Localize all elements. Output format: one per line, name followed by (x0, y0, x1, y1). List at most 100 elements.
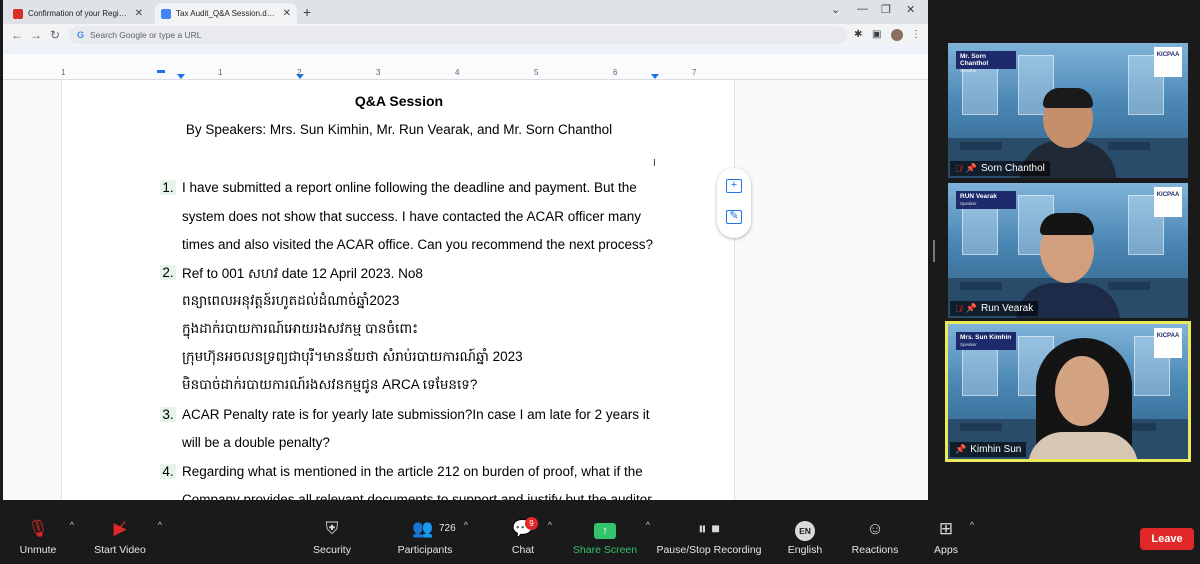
badge-role: Speaker (960, 342, 977, 347)
ruler-number: 1 (61, 68, 66, 77)
tab-docs[interactable]: Tax Audit_Q&A Session.docx - Go ✕ (155, 3, 297, 24)
docs-toolbar (3, 46, 928, 54)
apps-button[interactable]: ⊞ Apps ^ (930, 514, 974, 564)
avatar[interactable] (891, 29, 903, 41)
apps-icon: ⊞ (938, 519, 954, 538)
question-line: ក្នុងដាក់របាយការណ៍អោយរងសវកម្ម បានចំពោះ (182, 321, 419, 336)
close-icon[interactable]: ✕ (135, 8, 143, 19)
participant-name: Sorn Chanthol (980, 163, 1045, 174)
participant-name-label: 🎙̸ 📌 Run Vearak (950, 301, 1039, 316)
google-icon: G (77, 30, 85, 40)
participant-name-label: 🎙̸ 📌 Sorn Chanthol (950, 161, 1050, 176)
participant-face (1055, 356, 1109, 426)
question-line: system does not show that success. I hav… (182, 209, 641, 224)
share-screen-label: Share Screen (572, 544, 638, 556)
reactions-label: Reactions (851, 544, 899, 556)
chevron-up-icon[interactable]: ^ (548, 520, 552, 530)
leave-button[interactable]: Leave (1140, 528, 1194, 550)
muted-mic-icon: 🎙̸ (955, 163, 962, 174)
gmail-icon (13, 8, 23, 19)
question-line: Regarding what is mentioned in the artic… (182, 464, 643, 479)
speaker-badge: Mrs. Sun Kimhin Speaker (956, 332, 1016, 350)
pause-stop-recording-button[interactable]: ⏸ ⏹ Pause/Stop Recording (654, 514, 764, 564)
recording-label: Pause/Stop Recording (656, 544, 762, 556)
chevron-down-icon[interactable]: ⌄ (831, 3, 840, 16)
globe-icon: EN (784, 514, 826, 544)
panel-resize-handle[interactable] (933, 240, 935, 262)
new-tab-icon[interactable]: + (303, 4, 311, 20)
start-video-button[interactable]: ▶̸ Start Video ^ (90, 514, 162, 564)
badge-role: Speaker (960, 201, 977, 206)
reactions-button[interactable]: ☺ Reactions (850, 514, 900, 564)
pin-icon: 📌 (965, 303, 977, 313)
participant-body (1028, 432, 1138, 459)
security-label: Security (313, 544, 351, 556)
chevron-up-icon[interactable]: ^ (464, 520, 468, 530)
participant-count: 726 (439, 523, 456, 534)
close-window-icon[interactable]: ✕ (906, 3, 915, 16)
reload-icon[interactable]: ↻ (50, 28, 60, 42)
participant-video[interactable]: RUN Vearak Speaker KICPAA 🎙̸ 📌 Run Vearak (948, 183, 1188, 318)
zoom-meeting-window: Confirmation of your Registration ✕ Tax … (0, 0, 1200, 564)
badge-name: Mr. Sorn Chanthol (960, 53, 989, 67)
ruler: 1 1 2 3 4 5 6 7 (3, 54, 928, 80)
participant-video[interactable]: Mr. Sorn Chanthol Speaker KICPAA 🎙̸ 📌 Sor… (948, 43, 1188, 178)
left-indent-marker[interactable] (177, 74, 185, 79)
organization-logo: KICPAA (1154, 328, 1182, 358)
right-indent-marker[interactable] (651, 74, 659, 79)
document-page[interactable]: Q&A Session By Speakers: Mrs. Sun Kimhin… (61, 80, 735, 500)
share-screen-button[interactable]: ↑ Share Screen ^ (572, 514, 650, 564)
add-comment-icon[interactable]: + (726, 179, 742, 193)
forward-icon[interactable]: → (30, 28, 42, 42)
language-button[interactable]: EN English (784, 514, 826, 564)
question-line: I have submitted a report online followi… (182, 180, 637, 195)
floating-comment-actions: + ✎ (717, 168, 751, 238)
pause-stop-icon: ⏸ ⏹ (698, 519, 720, 538)
close-icon[interactable]: ✕ (283, 8, 291, 19)
address-placeholder: Search Google or type a URL (90, 30, 202, 40)
back-icon[interactable]: ← (11, 28, 23, 42)
smiley-icon: ☺ (866, 519, 884, 538)
participants-button[interactable]: 👥 Participants ^ (394, 514, 468, 564)
question-line: will be a double penalty? (182, 435, 330, 450)
participant-hair (1043, 88, 1093, 108)
chat-label: Chat (511, 544, 535, 556)
menu-icon[interactable]: ⋮ (911, 29, 921, 40)
chevron-up-icon[interactable]: ^ (70, 520, 74, 530)
extensions-icon[interactable]: ✱ (854, 29, 862, 40)
restore-icon[interactable]: ❐ (881, 3, 891, 16)
suggest-edit-icon[interactable]: ✎ (726, 210, 742, 224)
ruler-number: 5 (534, 68, 539, 77)
chevron-up-icon[interactable]: ^ (646, 520, 650, 530)
chevron-up-icon[interactable]: ^ (970, 520, 974, 530)
muted-mic-icon: 🎙̸ (955, 303, 962, 314)
unmute-button[interactable]: 🎙 Unmute ^ (14, 514, 74, 564)
question-line: times and also visited the ACAR office. … (182, 237, 653, 252)
address-bar[interactable]: G Search Google or type a URL (69, 26, 847, 44)
sidepanel-icon[interactable]: ▣ (872, 29, 881, 40)
page-title: Q&A Session (354, 93, 444, 109)
participant-name: Run Vearak (980, 303, 1034, 314)
tab-title: Tax Audit_Q&A Session.docx - Go (176, 9, 279, 18)
background-desk (1108, 282, 1150, 290)
organization-logo: KICPAA (1154, 47, 1182, 77)
list-number: 3. (160, 407, 176, 422)
meeting-controls: 🎙 Unmute ^ ▶̸ Start Video ^ ⛨ Security 👥… (0, 514, 1200, 564)
chat-unread-badge: 9 (525, 517, 538, 530)
shared-screen: Confirmation of your Registration ✕ Tax … (3, 0, 928, 500)
active-speaker-video[interactable]: Mrs. Sun Kimhin Speaker KICPAA 📌 Kimhin S… (945, 321, 1191, 462)
question-line: Company provides all relevant documents … (182, 492, 652, 500)
list-number: 2. (160, 265, 176, 280)
background-desk (960, 423, 1002, 431)
docs-icon (161, 8, 171, 19)
first-indent-marker[interactable] (157, 70, 165, 73)
ruler-number: 4 (455, 68, 460, 77)
minimize-icon[interactable]: — (857, 3, 868, 15)
list-number: 4. (160, 464, 176, 479)
badge-name: RUN Vearak (960, 193, 997, 200)
shield-icon: ⛨ (325, 519, 339, 538)
chevron-up-icon[interactable]: ^ (158, 520, 162, 530)
security-button[interactable]: ⛨ Security (308, 514, 356, 564)
text-cursor-icon: I (653, 158, 656, 169)
tab-gmail[interactable]: Confirmation of your Registration ✕ (7, 3, 149, 24)
